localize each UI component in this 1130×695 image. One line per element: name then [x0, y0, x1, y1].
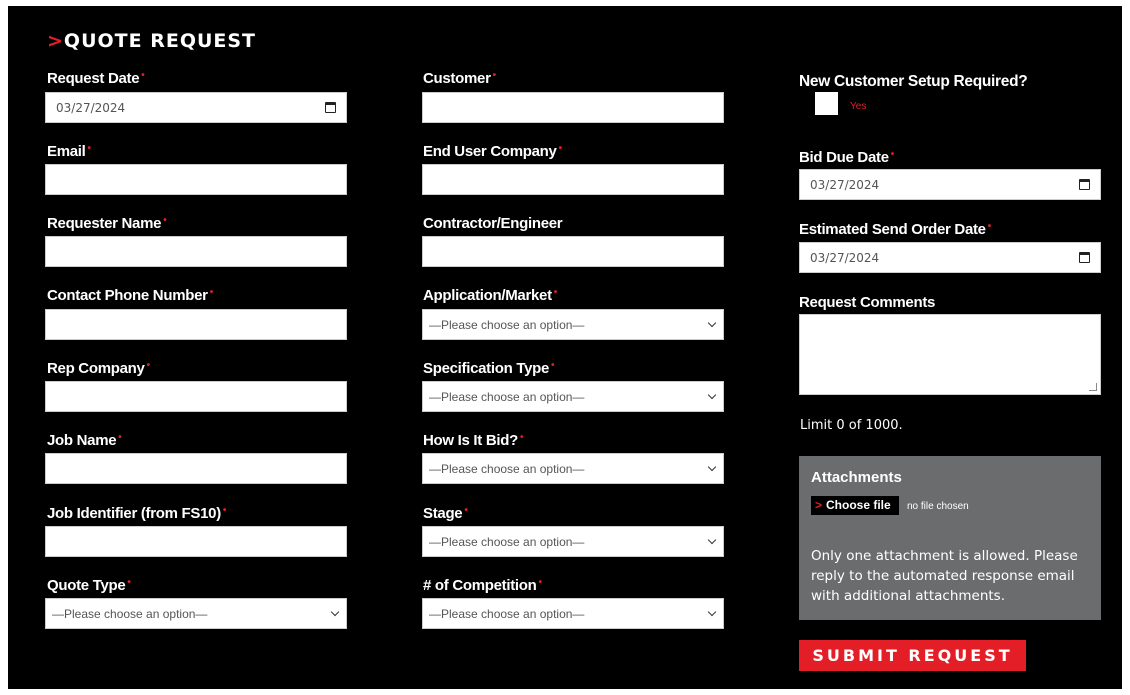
chevron-right-icon: > [815, 498, 823, 512]
no-file-chosen-text: no file chosen [907, 501, 969, 512]
competition-label: # of Competition • [423, 577, 542, 594]
specification-type-select[interactable]: —Please choose an option— [422, 381, 724, 412]
stage-select[interactable]: —Please choose an option— [422, 526, 724, 557]
request-date-input[interactable]: 03/27/2024 [45, 92, 347, 123]
character-limit-text: Limit 0 of 1000. [800, 418, 903, 433]
end-user-company-field[interactable] [422, 164, 724, 195]
email-label: Email • [47, 143, 91, 160]
job-name-field[interactable] [45, 453, 347, 484]
submit-request-button[interactable]: SUBMIT REQUEST [799, 640, 1026, 671]
attachments-panel: Attachments > Choose file no file chosen … [799, 456, 1101, 620]
quote-type-select[interactable]: —Please choose an option— [45, 598, 347, 629]
request-comments-textarea[interactable] [799, 314, 1101, 395]
resize-handle-icon[interactable] [1089, 383, 1097, 391]
rep-company-label: Rep Company • [47, 360, 150, 377]
application-market-label: Application/Market • [423, 287, 557, 304]
request-comments-label: Request Comments [799, 294, 936, 311]
choose-file-button[interactable]: > Choose file [811, 496, 899, 515]
job-name-label: Job Name • [47, 432, 122, 449]
job-identifier-field[interactable] [45, 526, 347, 557]
job-identifier-label: Job Identifier (from FS10) • [47, 505, 227, 522]
contractor-engineer-label: Contractor/Engineer [423, 215, 563, 232]
customer-field[interactable] [422, 92, 724, 123]
calendar-icon[interactable] [325, 102, 336, 113]
calendar-icon[interactable] [1079, 179, 1090, 190]
new-customer-checkbox[interactable] [815, 92, 838, 115]
chevron-down-icon [707, 318, 717, 327]
estimated-send-order-date-label: Estimated Send Order Date • [799, 221, 991, 238]
end-user-company-label: End User Company • [423, 143, 562, 160]
title-chevron-icon: > [47, 30, 64, 52]
requester-name-label: Requester Name • [47, 215, 167, 232]
application-market-select[interactable]: —Please choose an option— [422, 309, 724, 340]
quote-type-label: Quote Type • [47, 577, 131, 594]
how-is-it-bid-label: How Is It Bid? • [423, 432, 524, 449]
chevron-down-icon [330, 607, 340, 616]
rep-company-field[interactable] [45, 381, 347, 412]
request-date-label: Request Date • [47, 70, 145, 87]
attachments-title: Attachments [811, 469, 902, 486]
email-field[interactable] [45, 164, 347, 195]
chevron-down-icon [707, 390, 717, 399]
bid-due-date-label: Bid Due Date • [799, 149, 894, 166]
stage-label: Stage • [423, 505, 468, 522]
how-is-it-bid-select[interactable]: —Please choose an option— [422, 453, 724, 484]
contractor-engineer-field[interactable] [422, 236, 724, 267]
specification-type-label: Specification Type • [423, 360, 555, 377]
yes-label: Yes [850, 101, 867, 112]
estimated-send-order-date-input[interactable]: 03/27/2024 [799, 242, 1101, 273]
customer-label: Customer • [423, 70, 496, 87]
contact-phone-label: Contact Phone Number • [47, 287, 213, 304]
chevron-down-icon [707, 607, 717, 616]
competition-select[interactable]: —Please choose an option— [422, 598, 724, 629]
calendar-icon[interactable] [1079, 252, 1090, 263]
page-title: >QUOTE REQUEST [47, 30, 257, 52]
contact-phone-field[interactable] [45, 309, 347, 340]
requester-name-field[interactable] [45, 236, 347, 267]
new-customer-label: New Customer Setup Required? [799, 73, 1028, 90]
attachments-note: Only one attachment is allowed. Please r… [811, 548, 1078, 604]
bid-due-date-input[interactable]: 03/27/2024 [799, 169, 1101, 200]
chevron-down-icon [707, 535, 717, 544]
chevron-down-icon [707, 462, 717, 471]
